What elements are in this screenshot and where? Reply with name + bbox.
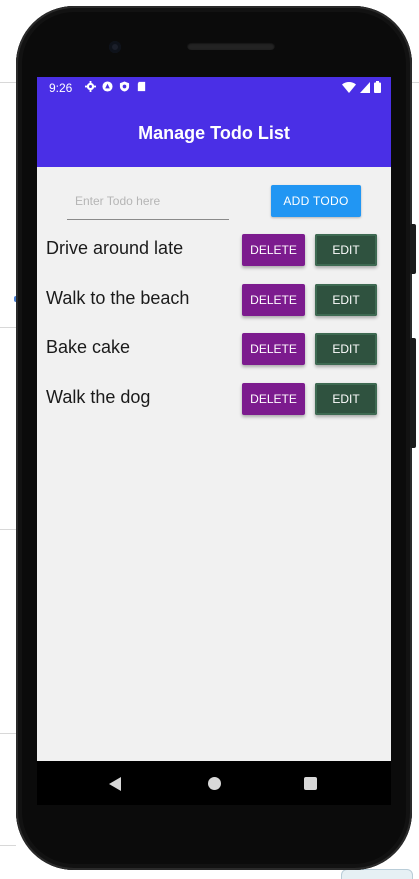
recent-apps-icon[interactable]: [304, 777, 317, 790]
navigation-bar: [37, 761, 391, 805]
background-thumbnail: [339, 869, 419, 879]
back-icon[interactable]: [109, 777, 121, 791]
background-divider: [0, 733, 16, 734]
android-icon: [102, 81, 113, 92]
battery-icon: [374, 81, 381, 93]
add-todo-button[interactable]: ADD TODO: [271, 185, 361, 217]
settings-icon: [85, 81, 96, 92]
background-divider: [0, 845, 16, 846]
todo-text: Walk to the beach: [46, 288, 190, 308]
background-divider: [0, 327, 16, 328]
wifi-icon: [342, 81, 356, 93]
todo-item: Drive around late DELETE EDIT: [37, 234, 391, 270]
delete-button[interactable]: DELETE: [242, 383, 305, 415]
todo-input[interactable]: [67, 185, 237, 217]
power-button: [410, 338, 416, 448]
status-notification-icons: [85, 81, 147, 92]
app-screen: 9:26 Manage Todo List ADD TODO Drive aro…: [37, 77, 391, 761]
edit-button[interactable]: EDIT: [315, 234, 377, 266]
earpiece-speaker: [187, 42, 275, 50]
volume-button: [410, 224, 416, 274]
signal-icon: [360, 81, 370, 93]
edit-button[interactable]: EDIT: [315, 284, 377, 316]
background-divider: [412, 82, 419, 83]
todo-input-container: [67, 185, 237, 220]
todo-item: Walk to the beach DELETE EDIT: [37, 284, 391, 320]
todo-text: Drive around late: [46, 238, 184, 258]
delete-button[interactable]: DELETE: [242, 234, 305, 266]
front-camera: [109, 41, 121, 53]
delete-button[interactable]: DELETE: [242, 333, 305, 365]
edit-button[interactable]: EDIT: [315, 333, 377, 365]
status-time: 9:26: [49, 81, 73, 95]
status-system-icons: [342, 81, 381, 93]
background-divider: [0, 82, 16, 83]
page-title: Manage Todo List: [138, 122, 290, 143]
edit-button[interactable]: EDIT: [315, 383, 377, 415]
todo-text: Bake cake: [46, 337, 131, 357]
background-divider: [0, 529, 16, 530]
todo-item: Walk the dog DELETE EDIT: [37, 383, 391, 419]
sd-card-icon: [137, 81, 146, 92]
todo-item: Bake cake DELETE EDIT: [37, 333, 391, 369]
app-bar: Manage Todo List: [37, 99, 391, 167]
status-bar: 9:26: [37, 77, 391, 99]
home-icon[interactable]: [208, 777, 221, 790]
delete-button[interactable]: DELETE: [242, 284, 305, 316]
todo-text: Walk the dog: [46, 387, 151, 407]
shield-icon: [119, 81, 130, 92]
